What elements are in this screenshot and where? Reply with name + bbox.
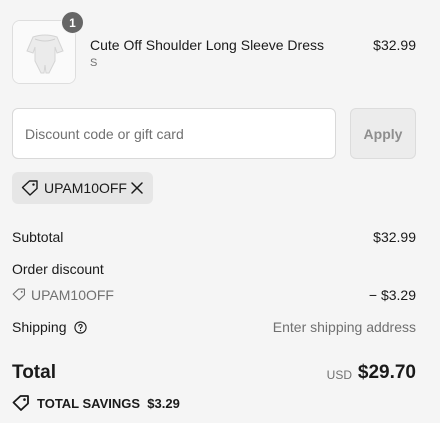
savings-label: TOTAL SAVINGS $3.29 (37, 396, 180, 411)
subtotal-value: $32.99 (373, 229, 416, 245)
savings-value: $3.29 (147, 396, 180, 411)
shipping-label: Shipping (12, 319, 67, 335)
subtotal-label: Subtotal (12, 229, 64, 245)
total-label: Total (12, 362, 56, 383)
small-tag-icon (12, 288, 25, 301)
subtotal-row: Subtotal $32.99 (12, 229, 416, 245)
product-name: Cute Off Shoulder Long Sleeve Dress (90, 37, 324, 53)
order-discount-label: Order discount (12, 261, 104, 277)
discount-code-input[interactable] (12, 108, 336, 159)
close-icon[interactable] (130, 181, 144, 195)
apply-button[interactable]: Apply (350, 108, 416, 159)
order-discount-row: Order discount (12, 261, 416, 277)
shipping-value: Enter shipping address (272, 319, 416, 335)
tag-icon (21, 180, 38, 196)
quantity-badge: 1 (61, 11, 84, 34)
order-discount-code-text: UPAM10OFF (31, 287, 114, 303)
savings-label-text: TOTAL SAVINGS (37, 396, 141, 411)
applied-discount-code: UPAM10OFF (44, 180, 127, 196)
total-amount: $29.70 (357, 362, 416, 383)
product-price: $32.99 (373, 37, 416, 53)
total-currency: USD (326, 368, 352, 382)
applied-discount-chip: UPAM10OFF (12, 172, 153, 204)
product-variant: S (90, 57, 98, 69)
shipping-row: Shipping Enter shipping address (12, 319, 416, 335)
line-item: 1 Cute Off Shoulder Long Sleeve Dress S … (12, 11, 416, 84)
savings-tag-icon (12, 395, 29, 411)
help-circle-icon[interactable] (74, 321, 88, 334)
order-discount-value: − $3.29 (368, 287, 416, 303)
